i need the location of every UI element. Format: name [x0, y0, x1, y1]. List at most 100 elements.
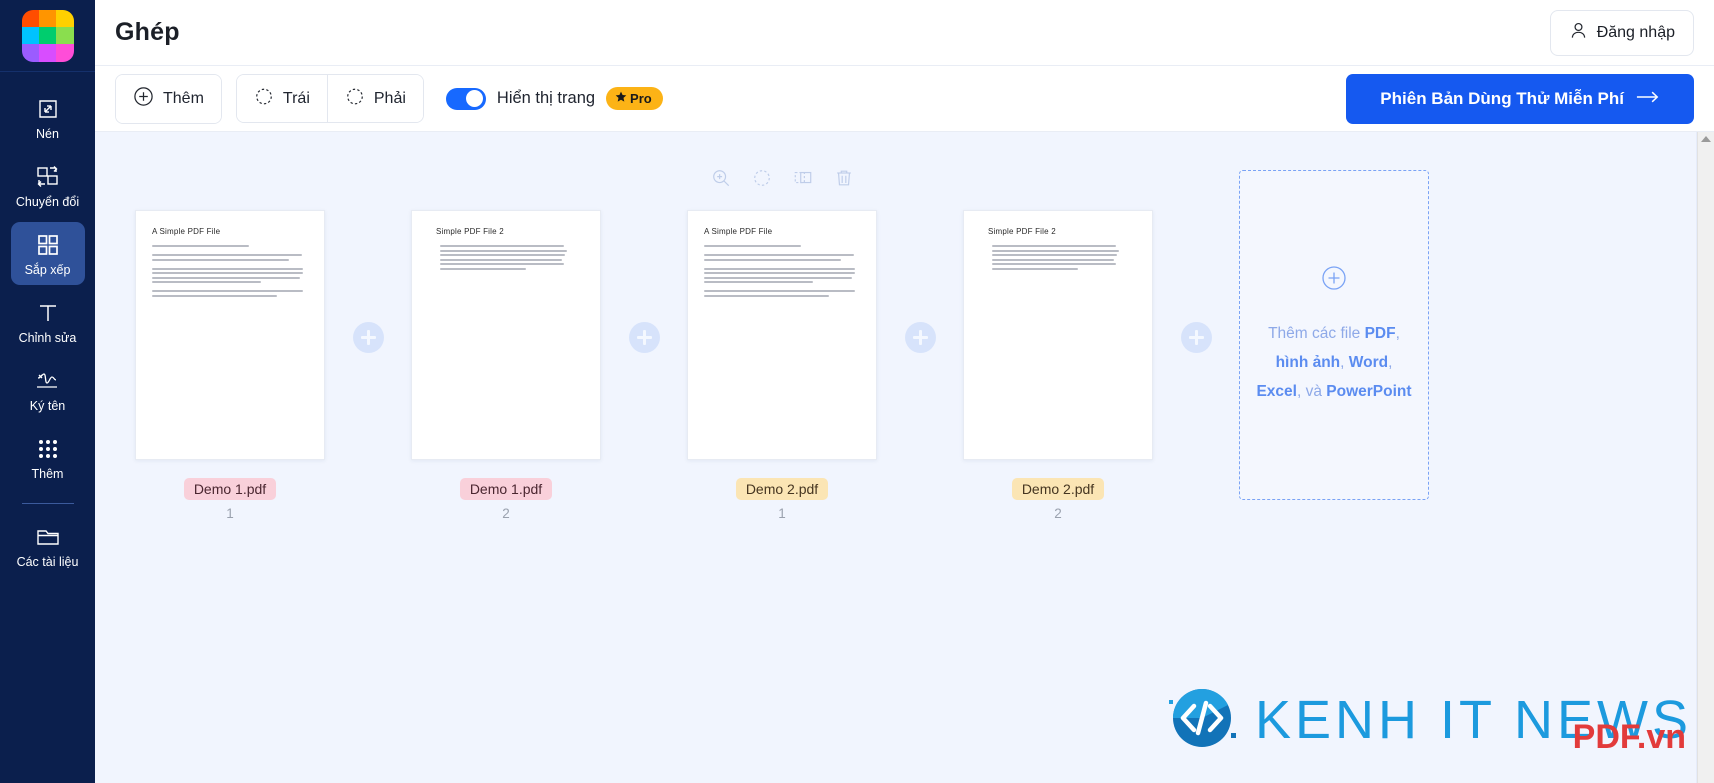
toggle-knob — [466, 90, 484, 107]
sidebar-item-them[interactable]: Thêm — [11, 426, 85, 489]
page-title: Ghép — [115, 18, 180, 46]
sidebar-item-label: Các tài liệu — [16, 555, 79, 569]
page-cell: A Simple PDF File — [135, 210, 325, 521]
thumbnail-body-text — [440, 245, 584, 270]
grid-icon — [36, 230, 60, 260]
insert-page-button[interactable] — [628, 322, 660, 353]
page-number: 2 — [1054, 506, 1062, 521]
arrow-right-icon — [1636, 89, 1660, 109]
user-icon — [1569, 21, 1588, 45]
sidebar-item-nen[interactable]: Nén — [11, 86, 85, 149]
plus-circle-icon — [133, 86, 154, 112]
free-trial-label: Phiên Bản Dùng Thử Miễn Phí — [1380, 88, 1624, 108]
vertical-scrollbar[interactable] — [1697, 132, 1714, 783]
dropzone-sep3: , — [1388, 354, 1393, 371]
dots-grid-icon — [37, 434, 59, 464]
page-thumbnail[interactable]: A Simple PDF File — [135, 210, 325, 460]
sidebar-item-label: Thêm — [31, 467, 64, 481]
sidebar-item-cac-tai-lieu[interactable]: Các tài liệu — [11, 514, 85, 577]
dropzone-prefix: Thêm các file — [1268, 325, 1365, 342]
rotate-right-label: Phải — [373, 89, 406, 107]
sidebar-nav: Nén Chuyển đổi Sắp xếp Chỉnh sửa Ký tên … — [0, 86, 95, 582]
app-window: Nén Chuyển đổi Sắp xếp Chỉnh sửa Ký tên … — [0, 0, 1714, 783]
main-area: Ghép Đăng nhập Thêm Trái Phải Hiển thị t… — [95, 0, 1714, 783]
add-button[interactable]: Thêm — [116, 74, 221, 123]
rotate-button-group: Trái Phải — [235, 74, 424, 123]
sidebar-item-label: Nén — [36, 127, 59, 141]
top-header: Ghép Đăng nhập — [95, 0, 1714, 66]
show-pages-label: Hiển thị trang — [496, 89, 596, 107]
sidebar-item-chuyen-doi[interactable]: Chuyển đổi — [11, 154, 85, 217]
pages-row: A Simple PDF File Demo 1.pdf 1 Simple PD… — [95, 132, 1714, 521]
thumbnail-title: Simple PDF File 2 — [436, 227, 504, 236]
star-icon — [615, 91, 627, 106]
sidebar-item-sap-xep[interactable]: Sắp xếp — [10, 222, 85, 285]
show-pages-toggle[interactable] — [445, 87, 486, 110]
dropzone-text: Thêm các file PDF, hình ảnh, Word, Excel… — [1254, 319, 1414, 406]
page-cell: A Simple PDF File — [687, 170, 877, 521]
pro-badge[interactable]: Pro — [606, 87, 663, 110]
file-badge: Demo 1.pdf — [183, 478, 277, 500]
rotate-left-button[interactable]: Trái — [236, 75, 327, 122]
file-badge: Demo 2.pdf — [735, 478, 829, 500]
page-number: 2 — [502, 506, 510, 521]
dropzone-sep1: , — [1395, 325, 1400, 342]
watermark-text: KENH IT NEWS — [1254, 689, 1692, 750]
rotate-left-label: Trái — [282, 89, 310, 107]
rotate-left-icon — [254, 86, 274, 111]
scroll-up-arrow-icon[interactable] — [1701, 136, 1711, 142]
rotate-right-icon — [345, 86, 365, 111]
page-number: 1 — [226, 506, 234, 521]
app-logo — [21, 9, 74, 62]
add-button-label: Thêm — [163, 89, 204, 107]
zoom-in-icon[interactable] — [707, 164, 735, 192]
page-number: 1 — [778, 506, 786, 521]
file-badge: Demo 1.pdf — [459, 478, 553, 500]
logo-container[interactable] — [0, 0, 95, 72]
insert-page-button[interactable] — [904, 322, 936, 353]
signature-icon — [34, 366, 62, 396]
login-button-label: Đăng nhập — [1596, 23, 1675, 41]
thumbnail-title: A Simple PDF File — [704, 227, 773, 236]
dropzone-cell: Thêm các file PDF, hình ảnh, Word, Excel… — [1239, 170, 1429, 500]
dropzone-plus-icon — [1320, 264, 1348, 297]
thumbnail-body-text — [992, 245, 1136, 270]
page-hover-toolbar — [687, 164, 877, 192]
sidebar-item-label: Chuyển đổi — [15, 195, 80, 209]
thumbnail-body-text — [704, 245, 860, 297]
page-thumbnail[interactable]: Simple PDF File 2 — [411, 210, 601, 460]
duplicate-icon[interactable] — [789, 164, 817, 192]
insert-page-button[interactable] — [352, 322, 384, 353]
left-sidebar: Nén Chuyển đổi Sắp xếp Chỉnh sửa Ký tên … — [0, 0, 95, 783]
insert-gap — [1153, 210, 1239, 353]
delete-icon[interactable] — [830, 164, 858, 192]
page-thumbnail[interactable]: A Simple PDF File — [687, 210, 877, 460]
folder-icon — [35, 522, 61, 552]
free-trial-button[interactable]: Phiên Bản Dùng Thử Miễn Phí — [1346, 73, 1694, 124]
kenh-it-news-logo-icon — [1163, 678, 1241, 761]
add-files-dropzone[interactable]: Thêm các file PDF, hình ảnh, Word, Excel… — [1239, 170, 1429, 500]
page-thumbnail[interactable]: Simple PDF File 2 — [963, 210, 1153, 460]
rotate-right-button[interactable]: Phải — [326, 75, 423, 122]
sidebar-divider — [21, 503, 74, 504]
thumbnail-title: A Simple PDF File — [152, 227, 221, 236]
thumbnail-title: Simple PDF File 2 — [988, 227, 1056, 236]
dropzone-sep4: , và — [1296, 383, 1327, 400]
sidebar-item-chinh-sua[interactable]: Chỉnh sửa — [11, 290, 85, 353]
add-button-group: Thêm — [115, 73, 222, 124]
insert-page-button[interactable] — [1180, 322, 1212, 353]
login-button[interactable]: Đăng nhập — [1549, 9, 1694, 56]
dropzone-powerpoint: PowerPoint — [1326, 383, 1412, 400]
page-cell: Simple PDF File 2 Demo 1.pdf 2 — [411, 210, 601, 521]
dropzone-sep2: , — [1340, 354, 1349, 371]
dropzone-image: hình ảnh — [1275, 354, 1341, 371]
watermark: KENH IT NEWS PDF.vn — [1163, 678, 1692, 761]
watermark-overlay: PDF.vn — [1572, 718, 1686, 756]
editor-toolbar: Thêm Trái Phải Hiển thị trang Pro Phiên … — [95, 66, 1714, 132]
text-edit-icon — [36, 298, 60, 328]
rotate-icon[interactable] — [748, 164, 776, 192]
compress-icon — [36, 94, 60, 124]
show-pages-toggle-group: Hiển thị trang Pro — [445, 87, 663, 110]
sidebar-item-label: Sắp xếp — [24, 263, 71, 277]
sidebar-item-ky-ten[interactable]: Ký tên — [11, 358, 85, 421]
